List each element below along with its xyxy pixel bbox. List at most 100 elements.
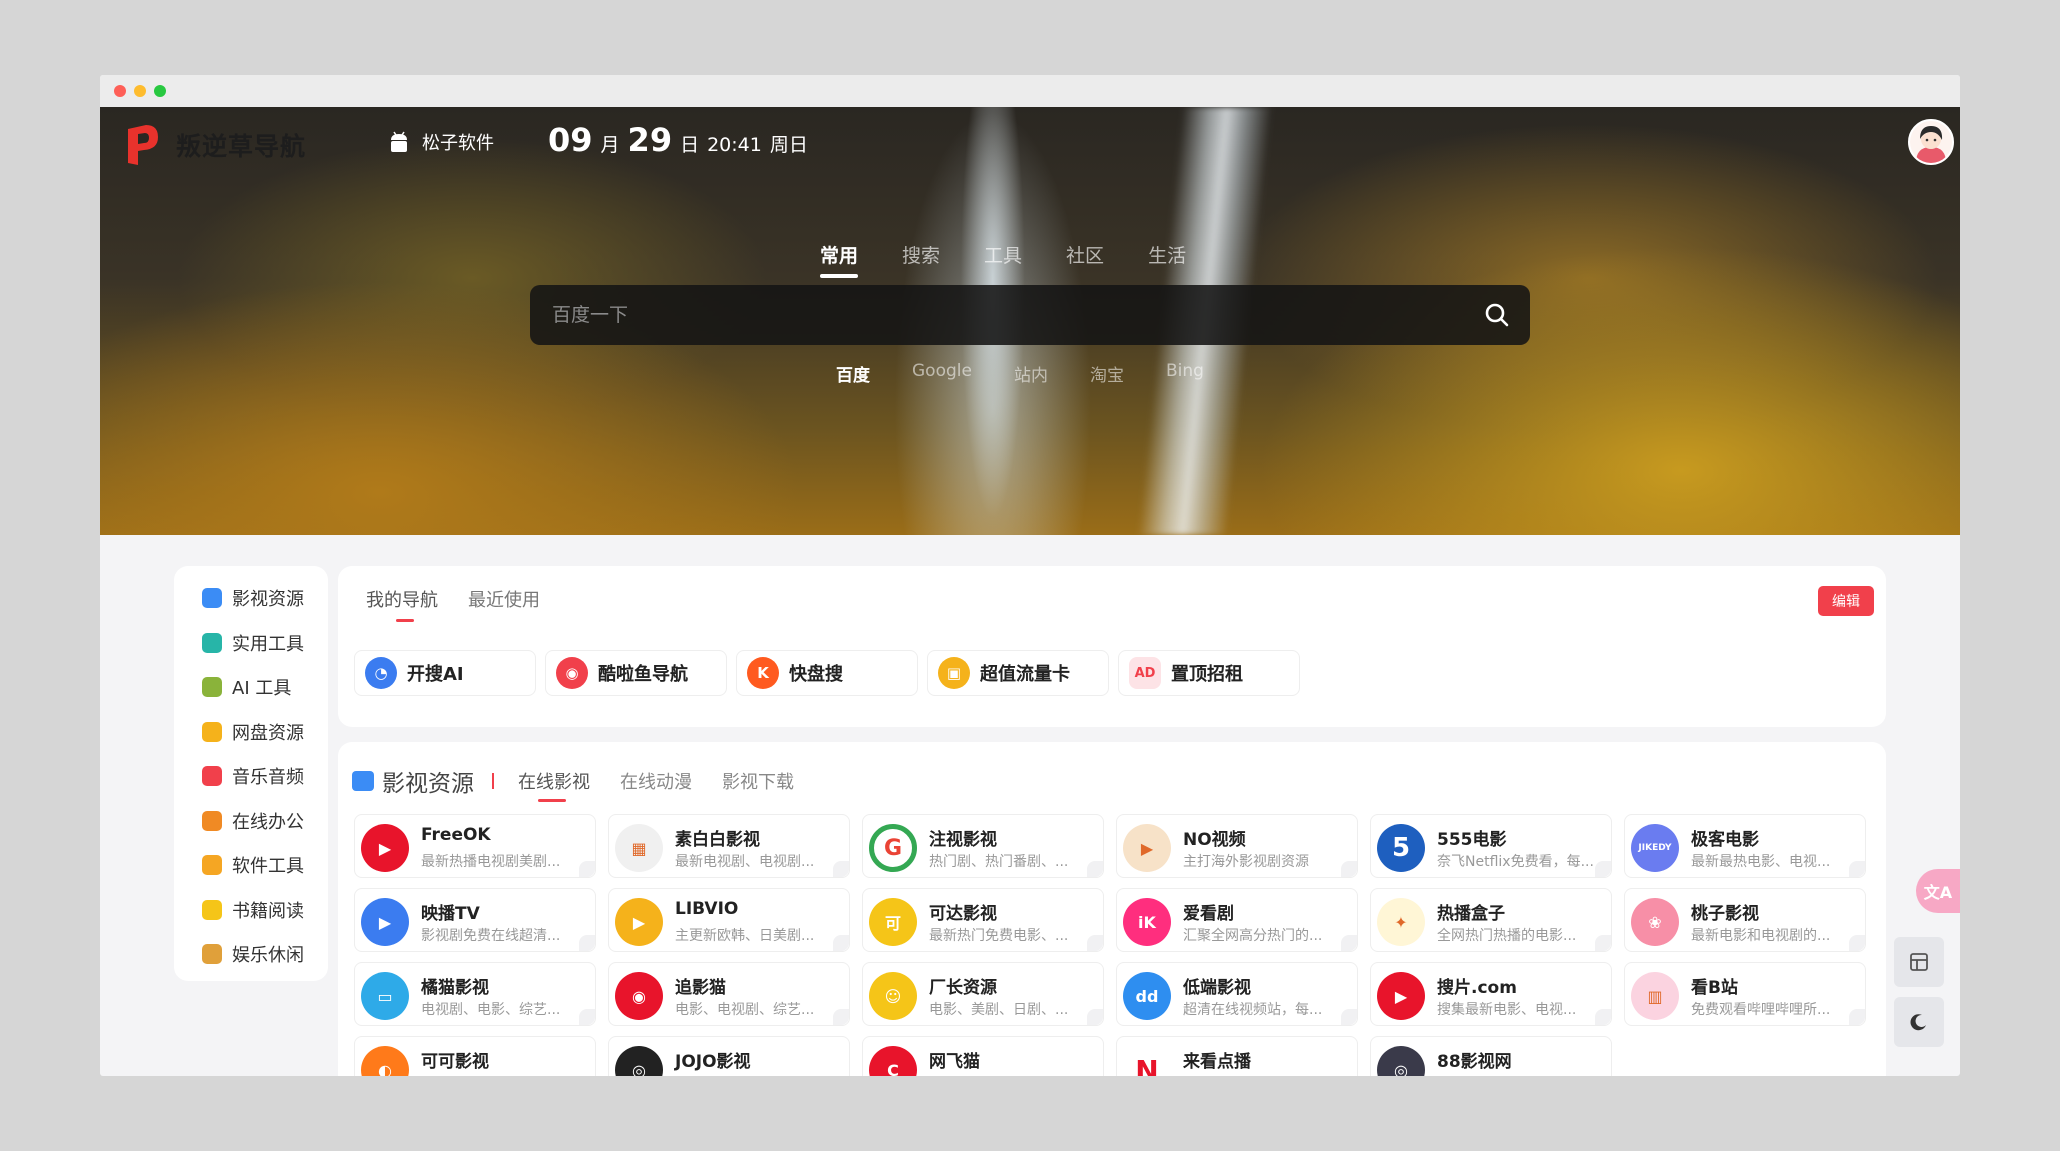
kanbzhan-icon: ▥ (1631, 972, 1679, 1020)
card-corner-arrow-icon[interactable] (1595, 1009, 1611, 1025)
site-card[interactable]: ▶ FreeOK 最新热播电视剧美剧... (354, 814, 596, 878)
site-card-name: 来看点播 (1183, 1052, 1251, 1072)
site-card-description: 电影、美剧、日剧、... (929, 1002, 1069, 1018)
card-corner-arrow-icon[interactable] (1087, 861, 1103, 877)
site-card[interactable]: 5 555电影 奈飞Netflix免费看，每... (1370, 814, 1612, 878)
quick-link[interactable]: AD 置顶招租 (1118, 650, 1300, 696)
site-link-songzi[interactable]: 松子软件 (388, 129, 494, 155)
quick-link[interactable]: K 快盘搜 (736, 650, 918, 696)
novideo-icon: ▶ (1123, 824, 1171, 872)
card-corner-arrow-icon[interactable] (1595, 861, 1611, 877)
card-corner-arrow-icon[interactable] (1087, 935, 1103, 951)
site-card[interactable]: ❀ 桃子影视 最新电影和电视剧的... (1624, 888, 1866, 952)
soupian-icon: ▶ (1377, 972, 1425, 1020)
laikan-icon: N (1123, 1046, 1171, 1076)
card-corner-arrow-icon[interactable] (1849, 861, 1865, 877)
engine-zhannei[interactable]: 站内 (1014, 361, 1048, 386)
card-corner-arrow-icon[interactable] (833, 1009, 849, 1025)
tab-gongju[interactable]: 工具 (984, 241, 1022, 278)
engine-google[interactable]: Google (912, 361, 972, 386)
site-card[interactable]: ▶ LIBVIO 主更新欧韩、日美剧... (608, 888, 850, 952)
card-corner-arrow-icon[interactable] (1341, 1009, 1357, 1025)
88-icon: ◎ (1377, 1046, 1425, 1076)
card-corner-arrow-icon[interactable] (1595, 935, 1611, 951)
card-corner-arrow-icon[interactable] (1341, 935, 1357, 951)
sidebar-item[interactable]: 网盘资源 (174, 710, 328, 755)
site-card[interactable]: ▦ 素白白影视 最新电视剧、电视剧... (608, 814, 850, 878)
maximize-window-icon[interactable] (154, 85, 166, 97)
card-corner-arrow-icon[interactable] (579, 861, 595, 877)
minimize-window-icon[interactable] (134, 85, 146, 97)
site-card-name: 桃子影视 (1691, 904, 1759, 924)
sidebar-item[interactable]: 软件工具 (174, 843, 328, 888)
site-card-description: 免费观看哔哩哔哩所... (1691, 1002, 1831, 1018)
site-card[interactable]: ◉ 追影猫 电影、电视剧、综艺... (608, 962, 850, 1026)
quick-link-label: 快盘搜 (789, 664, 843, 685)
site-card[interactable]: ▭ 橘猫影视 电视剧、电影、综艺... (354, 962, 596, 1026)
sidebar-item[interactable]: 书籍阅读 (174, 888, 328, 933)
site-card[interactable]: ▥ 看B站 免费观看哔哩哔哩所... (1624, 962, 1866, 1026)
site-card[interactable]: ✦ 热播盒子 全网热门热播的电影... (1370, 888, 1612, 952)
dark-mode-button[interactable] (1894, 997, 1944, 1047)
search-icon[interactable] (1484, 302, 1510, 328)
site-card-description: 最新电视剧、电视剧... (675, 854, 815, 870)
category-sidebar: 影视资源 实用工具 AI 工具 网盘资源 音乐音频 在线办公软件工具书籍阅读 娱乐休闲 (174, 566, 328, 981)
site-card[interactable]: ▶ 搜片.com 搜集最新电影、电视... (1370, 962, 1612, 1026)
sidebar-item[interactable]: 在线办公 (174, 799, 328, 844)
translate-button[interactable]: 文A (1916, 869, 1960, 913)
tab-changyong[interactable]: 常用 (820, 241, 859, 278)
quick-link[interactable]: ◔ 开搜AI (354, 650, 536, 696)
sidebar-item-label: 软件工具 (232, 856, 304, 878)
site-card[interactable]: ◎ JOJO影视 (608, 1036, 850, 1076)
site-card-description: 最新热播电视剧美剧... (421, 854, 561, 870)
tab-shenghuo[interactable]: 生活 (1148, 241, 1186, 278)
site-logo[interactable]: 叛逆草导航 (124, 121, 306, 169)
engine-baidu[interactable]: 百度 (836, 361, 870, 386)
card-corner-arrow-icon[interactable] (833, 861, 849, 877)
quick-link[interactable]: ▣ 超值流量卡 (927, 650, 1109, 696)
site-card[interactable]: ☺ 厂长资源 电影、美剧、日剧、... (862, 962, 1104, 1026)
card-corner-arrow-icon[interactable] (1849, 935, 1865, 951)
card-corner-arrow-icon[interactable] (833, 935, 849, 951)
tab-my-nav[interactable]: 我的导航 (366, 586, 438, 622)
site-card[interactable]: JIKEDY 极客电影 最新最热电影、电视... (1624, 814, 1866, 878)
quick-link[interactable]: ◉ 酷啦鱼导航 (545, 650, 727, 696)
card-corner-arrow-icon[interactable] (579, 1009, 595, 1025)
site-card[interactable]: ▶ 映播TV 影视剧免费在线超清... (354, 888, 596, 952)
tab-recent[interactable]: 最近使用 (468, 586, 540, 622)
site-card[interactable]: N 来看点播 (1116, 1036, 1358, 1076)
site-card[interactable]: G 注视影视 热门剧、热门番剧、... (862, 814, 1104, 878)
site-card[interactable]: dd 低端影视 超清在线视频站，每... (1116, 962, 1358, 1026)
card-corner-arrow-icon[interactable] (1849, 1009, 1865, 1025)
site-card[interactable]: ▶ NO视频 主打海外影视剧资源 (1116, 814, 1358, 878)
browser-window: 叛逆草导航 松子软件 09 月 29 日 20:41 周日 常用 搜索 工具 社… (100, 75, 1960, 1076)
sidebar-item[interactable]: 影视资源 (174, 576, 328, 621)
book-icon (202, 899, 222, 920)
sidebar-item[interactable]: AI 工具 (174, 665, 328, 710)
tab-online-video[interactable]: 在线影视 (518, 768, 590, 802)
sidebar-item[interactable]: 音乐音频 (174, 754, 328, 799)
edit-button[interactable]: 编辑 (1818, 586, 1874, 616)
layout-toggle-button[interactable] (1894, 937, 1944, 987)
tab-video-download[interactable]: 影视下载 (722, 768, 794, 802)
site-card[interactable]: 可可达影视 最新热门免费电影、... (862, 888, 1104, 952)
close-window-icon[interactable] (114, 85, 126, 97)
site-card[interactable]: ◎ 88影视网 (1370, 1036, 1612, 1076)
tab-sousuo[interactable]: 搜索 (902, 241, 940, 278)
sidebar-item[interactable]: 娱乐休闲 (174, 932, 328, 977)
site-card-description: 主更新欧韩、日美剧... (675, 928, 815, 944)
sidebar-item[interactable]: 实用工具 (174, 621, 328, 666)
engine-bing[interactable]: Bing (1166, 361, 1204, 386)
tab-online-anime[interactable]: 在线动漫 (620, 768, 692, 802)
search-input[interactable] (552, 285, 1452, 345)
card-corner-arrow-icon[interactable] (579, 935, 595, 951)
site-card[interactable]: C 网飞猫 (862, 1036, 1104, 1076)
card-corner-arrow-icon[interactable] (1087, 1009, 1103, 1025)
tab-shequ[interactable]: 社区 (1066, 241, 1104, 278)
site-card[interactable]: ◐ 可可影视 (354, 1036, 596, 1076)
user-avatar[interactable] (1908, 119, 1954, 165)
engine-taobao[interactable]: 淘宝 (1090, 361, 1124, 386)
card-corner-arrow-icon[interactable] (1341, 861, 1357, 877)
kuaipan-icon: K (747, 657, 779, 689)
site-card[interactable]: iK 爱看剧 汇聚全网高分热门的... (1116, 888, 1358, 952)
